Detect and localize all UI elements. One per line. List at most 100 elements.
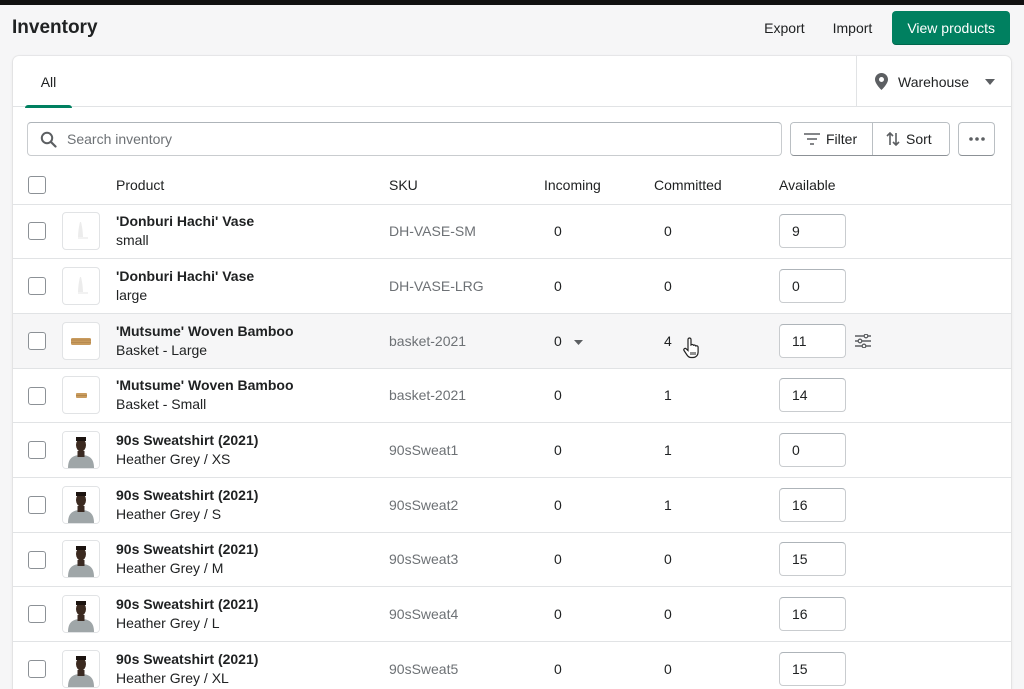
product-variant: small bbox=[116, 232, 149, 249]
product-thumbnail bbox=[62, 212, 100, 251]
inventory-page: Inventory Export Import View products Al… bbox=[0, 5, 1024, 689]
incoming-value: 0 bbox=[554, 387, 562, 404]
adjust-quantity-sliders-icon[interactable] bbox=[855, 333, 871, 348]
available-quantity-input[interactable] bbox=[779, 487, 846, 522]
location-pin-icon bbox=[875, 73, 888, 90]
product-variant: Basket - Large bbox=[116, 341, 208, 358]
committed-value: 0 bbox=[664, 551, 672, 568]
committed-value: 0 bbox=[664, 606, 672, 623]
committed-value: 0 bbox=[664, 660, 672, 677]
table-row[interactable]: 'Mutsume' Woven Bamboo Basket - Large ba… bbox=[13, 313, 1011, 369]
incoming-value: 0 bbox=[554, 442, 562, 459]
committed-value: 4 bbox=[664, 332, 672, 349]
incoming-value: 0 bbox=[554, 496, 562, 513]
incoming-dropdown-caret-icon[interactable] bbox=[573, 339, 583, 345]
table-row[interactable]: 'Donburi Hachi' Vase large DH-VASE-LRG 0… bbox=[13, 258, 1011, 314]
committed-value: 1 bbox=[664, 442, 672, 459]
sku-value: DH-VASE-LRG bbox=[389, 278, 484, 295]
available-quantity-input[interactable] bbox=[779, 378, 846, 413]
product-variant: Basket - Small bbox=[116, 396, 207, 413]
caret-down-icon bbox=[985, 78, 996, 85]
product-name[interactable]: 'Mutsume' Woven Bamboo bbox=[116, 376, 389, 395]
product-name[interactable]: 90s Sweatshirt (2021) bbox=[116, 650, 389, 669]
product-name[interactable]: 90s Sweatshirt (2021) bbox=[116, 486, 389, 505]
search-input[interactable] bbox=[67, 131, 747, 147]
table-row[interactable]: 90s Sweatshirt (2021) Heather Grey / L 9… bbox=[13, 586, 1011, 642]
product-name[interactable]: 'Donburi Hachi' Vase bbox=[116, 212, 389, 231]
more-actions-button[interactable] bbox=[958, 122, 995, 156]
product-variant: Heather Grey / XL bbox=[116, 669, 229, 686]
product-variant: large bbox=[116, 287, 148, 304]
table-row[interactable]: 'Donburi Hachi' Vase small DH-VASE-SM 0 … bbox=[13, 204, 1011, 260]
row-checkbox[interactable] bbox=[28, 222, 46, 241]
inventory-card: All Warehouse Search inventory Filter So… bbox=[13, 56, 1011, 689]
row-checkbox[interactable] bbox=[28, 386, 46, 405]
sort-button[interactable]: Sort bbox=[873, 123, 949, 155]
available-quantity-input[interactable] bbox=[779, 542, 846, 577]
row-checkbox[interactable] bbox=[28, 605, 46, 624]
sort-icon bbox=[886, 132, 900, 146]
committed-value: 1 bbox=[664, 496, 672, 513]
column-header-product: Product bbox=[116, 166, 389, 205]
product-thumbnail bbox=[62, 376, 100, 415]
pointer-hand-cursor-icon bbox=[682, 337, 700, 364]
product-variant: Heather Grey / L bbox=[116, 615, 220, 632]
row-checkbox[interactable] bbox=[28, 331, 46, 350]
available-quantity-input[interactable] bbox=[779, 323, 846, 358]
table-row[interactable]: 90s Sweatshirt (2021) Heather Grey / S 9… bbox=[13, 477, 1011, 533]
table-header-row: Product SKU Incoming Committed Available bbox=[13, 166, 1011, 205]
row-checkbox[interactable] bbox=[28, 441, 46, 460]
product-name[interactable]: 'Mutsume' Woven Bamboo bbox=[116, 322, 389, 341]
product-name[interactable]: 90s Sweatshirt (2021) bbox=[116, 540, 389, 559]
sku-value: 90sSweat2 bbox=[389, 496, 459, 513]
available-quantity-input[interactable] bbox=[779, 433, 846, 468]
incoming-value: 0 bbox=[554, 660, 562, 677]
page-actions: Export Import View products bbox=[750, 11, 1010, 45]
table-row[interactable]: 90s Sweatshirt (2021) Heather Grey / XL … bbox=[13, 641, 1011, 689]
sku-value: basket-2021 bbox=[389, 332, 467, 349]
sort-label: Sort bbox=[906, 131, 932, 147]
import-button[interactable]: Import bbox=[819, 12, 887, 45]
product-thumbnail bbox=[62, 649, 100, 688]
incoming-value: 0 bbox=[554, 278, 562, 295]
sku-value: 90sSweat3 bbox=[389, 551, 459, 568]
available-quantity-input[interactable] bbox=[779, 651, 846, 686]
filter-sort-group: Filter Sort bbox=[790, 122, 950, 156]
export-button[interactable]: Export bbox=[750, 12, 818, 45]
product-variant: Heather Grey / XS bbox=[116, 451, 231, 468]
row-checkbox[interactable] bbox=[28, 495, 46, 514]
product-thumbnail bbox=[62, 267, 100, 306]
filter-icon bbox=[804, 133, 820, 145]
tab-all[interactable]: All bbox=[25, 56, 72, 108]
column-header-incoming: Incoming bbox=[544, 166, 654, 205]
incoming-value: 0 bbox=[554, 332, 562, 349]
product-name[interactable]: 90s Sweatshirt (2021) bbox=[116, 431, 389, 450]
available-quantity-input[interactable] bbox=[779, 214, 846, 249]
view-products-button[interactable]: View products bbox=[892, 11, 1010, 45]
location-label: Warehouse bbox=[898, 73, 970, 90]
product-variant: Heather Grey / S bbox=[116, 505, 222, 522]
table-row[interactable]: 90s Sweatshirt (2021) Heather Grey / XS … bbox=[13, 422, 1011, 478]
available-quantity-input[interactable] bbox=[779, 269, 846, 304]
table-row[interactable]: 'Mutsume' Woven Bamboo Basket - Small ba… bbox=[13, 368, 1011, 424]
incoming-value: 0 bbox=[554, 551, 562, 568]
committed-value: 0 bbox=[664, 278, 672, 295]
search-field[interactable] bbox=[27, 122, 782, 156]
table-row[interactable]: 90s Sweatshirt (2021) Heather Grey / M 9… bbox=[13, 532, 1011, 588]
sku-value: 90sSweat5 bbox=[389, 660, 459, 677]
location-selector[interactable]: Warehouse bbox=[856, 56, 1011, 107]
page-title: Inventory bbox=[12, 17, 98, 38]
product-name[interactable]: 'Donburi Hachi' Vase bbox=[116, 267, 389, 286]
filter-label: Filter bbox=[826, 131, 858, 147]
select-all-checkbox[interactable] bbox=[28, 175, 46, 194]
column-header-committed: Committed bbox=[654, 166, 779, 205]
row-checkbox[interactable] bbox=[28, 659, 46, 678]
committed-value: 1 bbox=[664, 387, 672, 404]
available-quantity-input[interactable] bbox=[779, 597, 846, 632]
row-checkbox[interactable] bbox=[28, 277, 46, 296]
product-thumbnail bbox=[62, 321, 100, 360]
product-name[interactable]: 90s Sweatshirt (2021) bbox=[116, 595, 389, 614]
sku-value: 90sSweat4 bbox=[389, 606, 459, 623]
row-checkbox[interactable] bbox=[28, 550, 46, 569]
filter-button[interactable]: Filter bbox=[791, 123, 873, 155]
